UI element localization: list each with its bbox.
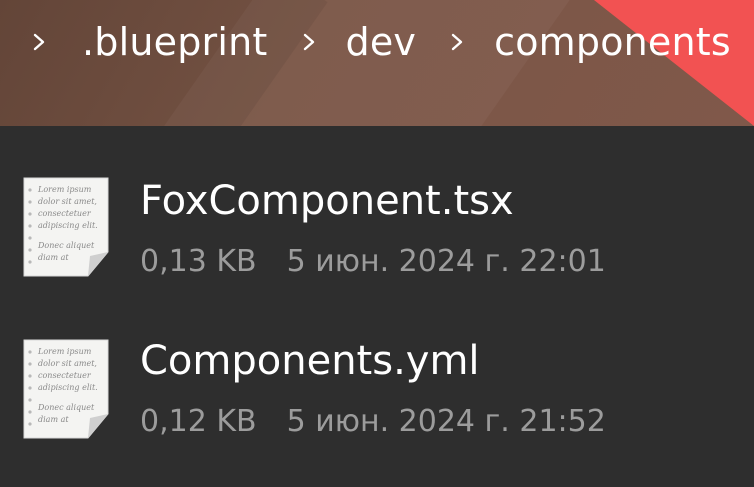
file-meta: 0,13 KB 5 июн. 2024 г. 22:01 [140,244,606,279]
svg-text:dolor sit amet,: dolor sit amet, [38,197,97,206]
svg-text:adipiscing elit.: adipiscing elit. [38,221,98,230]
file-row[interactable]: Lorem ipsum dolor sit amet, consectetuer… [0,126,754,286]
svg-text:Lorem ipsum: Lorem ipsum [37,185,92,194]
text-document-icon: Lorem ipsum dolor sit amet, consectetuer… [22,338,112,442]
breadcrumb-item-dev[interactable]: dev [346,20,417,64]
svg-text:Donec aliquet: Donec aliquet [37,241,95,250]
file-size: 0,13 KB [140,244,257,279]
file-date: 5 июн. 2024 г. 22:01 [286,244,606,279]
svg-text:consectetuer: consectetuer [38,209,92,218]
file-meta: 0,12 KB 5 июн. 2024 г. 21:52 [140,404,606,439]
chevron-right-icon [446,31,468,53]
svg-text:Donec aliquet: Donec aliquet [37,403,95,412]
file-date: 5 июн. 2024 г. 21:52 [286,404,606,439]
svg-text:diam at: diam at [38,415,69,424]
file-list: Lorem ipsum dolor sit amet, consectetuer… [0,126,754,446]
header-bar: .blueprint dev components [0,0,754,126]
chevron-right-icon [28,31,50,53]
file-row[interactable]: Lorem ipsum dolor sit amet, consectetuer… [0,286,754,446]
svg-text:diam at: diam at [38,253,69,262]
file-name: FoxComponent.tsx [140,178,514,224]
text-document-icon: Lorem ipsum dolor sit amet, consectetuer… [22,176,112,280]
file-name: Components.yml [140,338,480,384]
svg-text:Lorem ipsum: Lorem ipsum [37,347,92,356]
svg-text:consectetuer: consectetuer [38,371,92,380]
breadcrumb-item-components[interactable]: components [494,20,731,64]
breadcrumb-item-blueprint[interactable]: .blueprint [82,20,268,64]
file-size: 0,12 KB [140,404,257,439]
chevron-right-icon [298,31,320,53]
svg-text:dolor sit amet,: dolor sit amet, [38,359,97,368]
svg-text:adipiscing elit.: adipiscing elit. [38,383,98,392]
breadcrumb: .blueprint dev components [0,14,731,70]
